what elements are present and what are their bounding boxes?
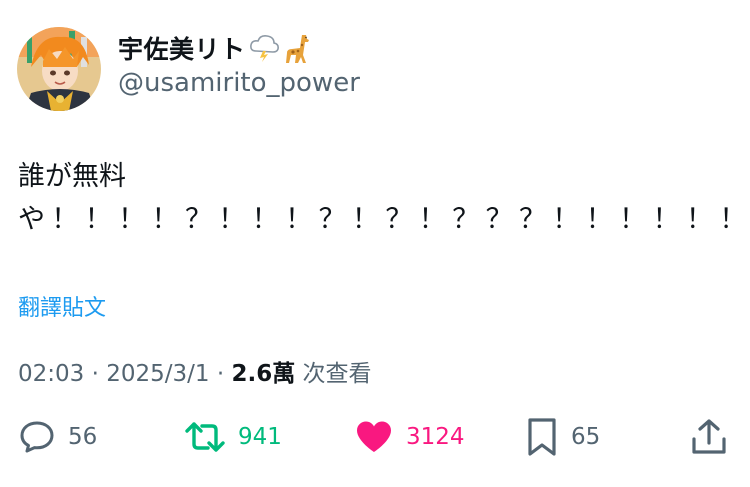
cloud-lightning-icon bbox=[248, 33, 280, 63]
like-count: 3124 bbox=[406, 424, 465, 450]
tweet-page: 宇佐美リト @usamirito_power 誰が無料 や！！！！？！！！？！？… bbox=[0, 0, 750, 487]
retweet-count: 941 bbox=[238, 424, 282, 450]
retweet-button[interactable]: 941 bbox=[184, 412, 282, 462]
share-button[interactable] bbox=[690, 412, 728, 462]
tweet-line-2: や！！！！？！！！？！？！？？？！！！！！！ bbox=[18, 204, 750, 235]
view-label: 次查看 bbox=[295, 361, 372, 387]
translate-post-link[interactable]: 翻譯貼文 bbox=[18, 290, 106, 322]
tweet-date[interactable]: 2025/3/1 bbox=[106, 361, 209, 387]
meta-separator: · bbox=[209, 361, 232, 387]
giraffe-icon bbox=[282, 33, 314, 63]
meta-separator: · bbox=[84, 361, 107, 387]
display-name-text: 宇佐美リト bbox=[118, 35, 246, 64]
tweet-meta: 02:03 · 2025/3/1 · 2.6萬 次查看 bbox=[18, 354, 372, 388]
share-icon bbox=[690, 417, 728, 457]
reply-button[interactable]: 56 bbox=[18, 412, 97, 462]
bookmark-icon bbox=[525, 417, 559, 457]
tweet-text: 誰が無料 や！！！！？！！！？！？！？？？！！！！！！ bbox=[18, 155, 750, 241]
user-handle[interactable]: @usamirito_power bbox=[118, 68, 360, 98]
bookmark-count: 65 bbox=[571, 424, 601, 450]
tweet-line-1: 誰が無料 bbox=[18, 161, 126, 192]
retweet-icon bbox=[184, 418, 226, 456]
heart-icon bbox=[354, 418, 394, 456]
bookmark-button[interactable]: 65 bbox=[525, 412, 600, 462]
reply-icon bbox=[18, 418, 56, 456]
display-name[interactable]: 宇佐美リト bbox=[118, 30, 314, 66]
like-button[interactable]: 3124 bbox=[354, 412, 465, 462]
avatar[interactable] bbox=[17, 27, 101, 111]
reply-count: 56 bbox=[68, 424, 98, 450]
action-bar: 56 941 3124 65 bbox=[0, 412, 750, 462]
view-count[interactable]: 2.6萬 bbox=[231, 361, 295, 387]
tweet-time[interactable]: 02:03 bbox=[18, 361, 84, 387]
